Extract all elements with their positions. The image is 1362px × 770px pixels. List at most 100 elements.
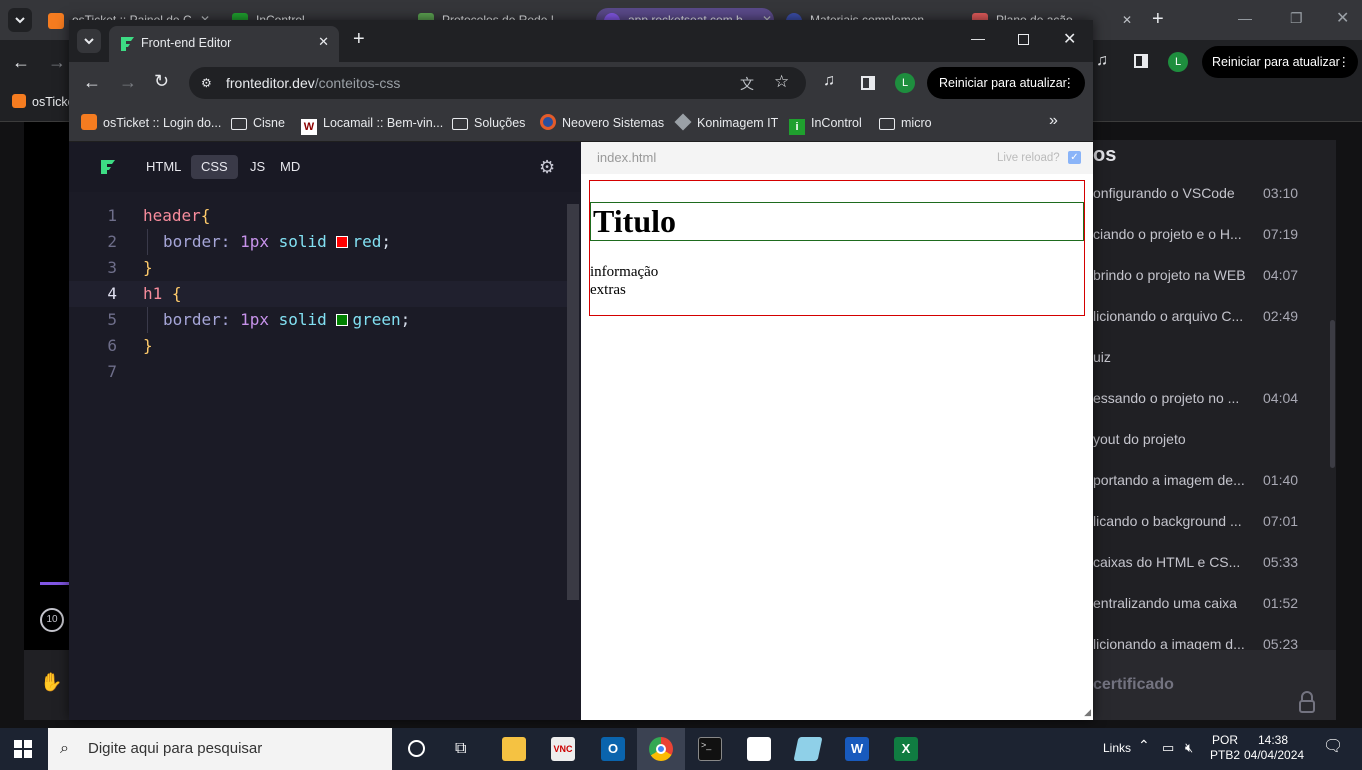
live-reload-checkbox[interactable]: ✓ [1068, 151, 1081, 164]
tab-html[interactable]: HTML [136, 155, 191, 179]
lesson-item[interactable]: essando o projeto no ... 04:04 [1093, 378, 1336, 419]
file-explorer-button[interactable] [490, 728, 538, 770]
bookmark-solucoes[interactable]: Soluções [452, 114, 525, 132]
language-indicator[interactable]: POR PTB2 [1208, 733, 1242, 763]
tab-md[interactable]: MD [270, 155, 310, 179]
avatar[interactable]: L [1168, 52, 1188, 72]
lesson-list-scrollbar[interactable] [1330, 320, 1335, 468]
lesson-item[interactable]: yout do projeto [1093, 419, 1336, 460]
terminal-button[interactable]: >_ [686, 728, 734, 770]
red-color-swatch[interactable] [336, 236, 349, 248]
bookmark-micro[interactable]: micro [879, 114, 932, 132]
green-color-swatch[interactable] [336, 314, 349, 326]
forward-arrow-icon[interactable]: → [48, 52, 66, 73]
new-tab-button[interactable]: + [353, 28, 365, 51]
more-menu-icon[interactable]: ⋮ [1338, 46, 1351, 78]
side-panel-icon[interactable] [1134, 54, 1148, 68]
tab-css[interactable]: CSS [191, 155, 238, 179]
update-button[interactable]: Reiniciar para atualizar ⋮ [927, 67, 1085, 99]
address-bar[interactable]: ⚙ fronteditor.dev/conteitos-css 文 ☆ [189, 67, 806, 99]
task-view-button[interactable]: ⧉ [440, 728, 488, 770]
code-area[interactable]: 1 2 3 4 5 6 7 header{ border: 1px solid … [69, 192, 569, 720]
media-control-icon[interactable]: ♫ [1096, 52, 1108, 70]
close-tab-icon[interactable]: ✕ [318, 34, 329, 50]
lesson-item[interactable]: caixas do HTML e CS... 05:33 [1093, 542, 1336, 583]
translate-icon[interactable]: 文 [740, 74, 754, 94]
hand-raise-icon[interactable]: ✋ [40, 672, 62, 694]
lesson-item[interactable]: ciando o projeto e o H... 07:19 [1093, 214, 1336, 255]
editor-scrollbar[interactable] [567, 204, 579, 600]
vnc-button[interactable]: VNC [539, 728, 587, 770]
more-menu-icon[interactable]: ⋮ [1063, 67, 1076, 99]
start-button[interactable] [14, 740, 32, 758]
front-browser-window: Front-end Editor ✕ + — ✕ ← → ↻ ⚙ fronted… [69, 20, 1093, 720]
lesson-duration: 02:49 [1263, 308, 1299, 324]
restore-button[interactable]: ❐ [1290, 10, 1303, 27]
tab-search-button[interactable] [77, 29, 101, 53]
links-toolbar[interactable]: Links [1103, 741, 1131, 756]
outlook-button[interactable]: O [589, 728, 637, 770]
bookmark-locamail[interactable]: W Locamail :: Bem-vin... [301, 114, 443, 135]
tab-search-button[interactable] [8, 8, 32, 32]
chrome-button[interactable] [637, 728, 685, 770]
avatar[interactable]: L [895, 73, 915, 93]
css-value: red [352, 232, 382, 251]
minimize-button[interactable]: — [971, 30, 985, 46]
cortana-button[interactable] [392, 728, 440, 770]
bookmark-konimagem[interactable]: Konimagem IT [674, 113, 778, 132]
excel-button[interactable]: X [882, 728, 930, 770]
lesson-item[interactable]: licando o background ... 07:01 [1093, 501, 1336, 542]
more-bookmarks-icon[interactable]: » [1049, 112, 1058, 130]
replay-10-button[interactable]: 10 [40, 608, 64, 632]
close-icon[interactable]: ✕ [1122, 8, 1132, 32]
settings-gear-icon[interactable]: ⚙ [539, 157, 555, 178]
lesson-duration: 01:40 [1263, 472, 1299, 488]
taskbar-search-box[interactable]: ⌕ Digite aqui para pesquisar [48, 728, 392, 770]
side-panel-icon[interactable] [861, 76, 875, 90]
clock[interactable]: 14:38 04/04/2024 [1244, 733, 1304, 763]
lesson-item[interactable]: entralizando uma caixa 01:52 [1093, 583, 1336, 624]
url-path: /conteitos-css [314, 75, 401, 91]
bookmark-cisne[interactable]: Cisne [231, 114, 285, 132]
lesson-item[interactable]: brindo o projeto na WEB 04:07 [1093, 255, 1336, 296]
bookmark-incontrol[interactable]: i InControl [789, 114, 862, 135]
code-line-2: border: 1px solid red; [163, 229, 391, 255]
back-arrow-icon[interactable]: ← [12, 52, 30, 73]
forward-arrow-icon[interactable]: → [119, 72, 137, 93]
line-number: 2 [107, 232, 117, 251]
live-reload-label: Live reload? [997, 152, 1060, 164]
line-number: 1 [107, 206, 117, 225]
resize-corner-icon[interactable]: ◢ [1084, 707, 1091, 718]
close-window-button[interactable]: ✕ [1336, 8, 1349, 28]
update-button[interactable]: Reiniciar para atualizar ⋮ [1202, 46, 1358, 78]
bookmark-osticket[interactable]: osTicket :: Login do... [81, 114, 221, 132]
close-window-button[interactable]: ✕ [1063, 29, 1076, 49]
back-arrow-icon[interactable]: ← [83, 72, 101, 93]
video-progress-bar[interactable] [40, 582, 70, 585]
chevron-up-icon[interactable]: ⌃ [1138, 738, 1150, 753]
lesson-item[interactable]: portando a imagem de... 01:40 [1093, 460, 1336, 501]
word-button[interactable]: W [833, 728, 881, 770]
certificate-bar[interactable]: certificado [1093, 650, 1336, 720]
media-control-icon[interactable]: ♫ [823, 72, 835, 90]
bookmark-star-icon[interactable]: ☆ [774, 72, 789, 92]
lesson-title: portando a imagem de... [1093, 472, 1245, 488]
maximize-button[interactable] [1018, 34, 1029, 45]
new-tab-button[interactable]: + [1152, 8, 1164, 31]
volume-muted-icon[interactable]: 🔇︎ [1185, 740, 1193, 755]
bookmark-neovero[interactable]: Neovero Sistemas [540, 114, 664, 132]
remote-app-button[interactable] [784, 728, 832, 770]
video-player[interactable] [24, 122, 70, 650]
bookmark-osticket[interactable]: osTicke [12, 94, 75, 109]
url-host: fronteditor.dev [226, 75, 315, 91]
notepad-button[interactable] [735, 728, 783, 770]
minimize-button[interactable]: — [1238, 10, 1252, 26]
line-number: 6 [107, 336, 117, 355]
network-icon[interactable]: ▭ [1162, 740, 1174, 755]
reload-icon[interactable]: ↻ [154, 71, 169, 92]
lesson-item[interactable]: licionando o arquivo C... 02:49 [1093, 296, 1336, 337]
lesson-item[interactable]: uiz [1093, 337, 1336, 378]
notification-icon[interactable]: 🗨︎ [1323, 739, 1343, 755]
site-settings-icon[interactable]: ⚙ [201, 76, 212, 90]
front-tab[interactable]: Front-end Editor ✕ [109, 26, 339, 62]
